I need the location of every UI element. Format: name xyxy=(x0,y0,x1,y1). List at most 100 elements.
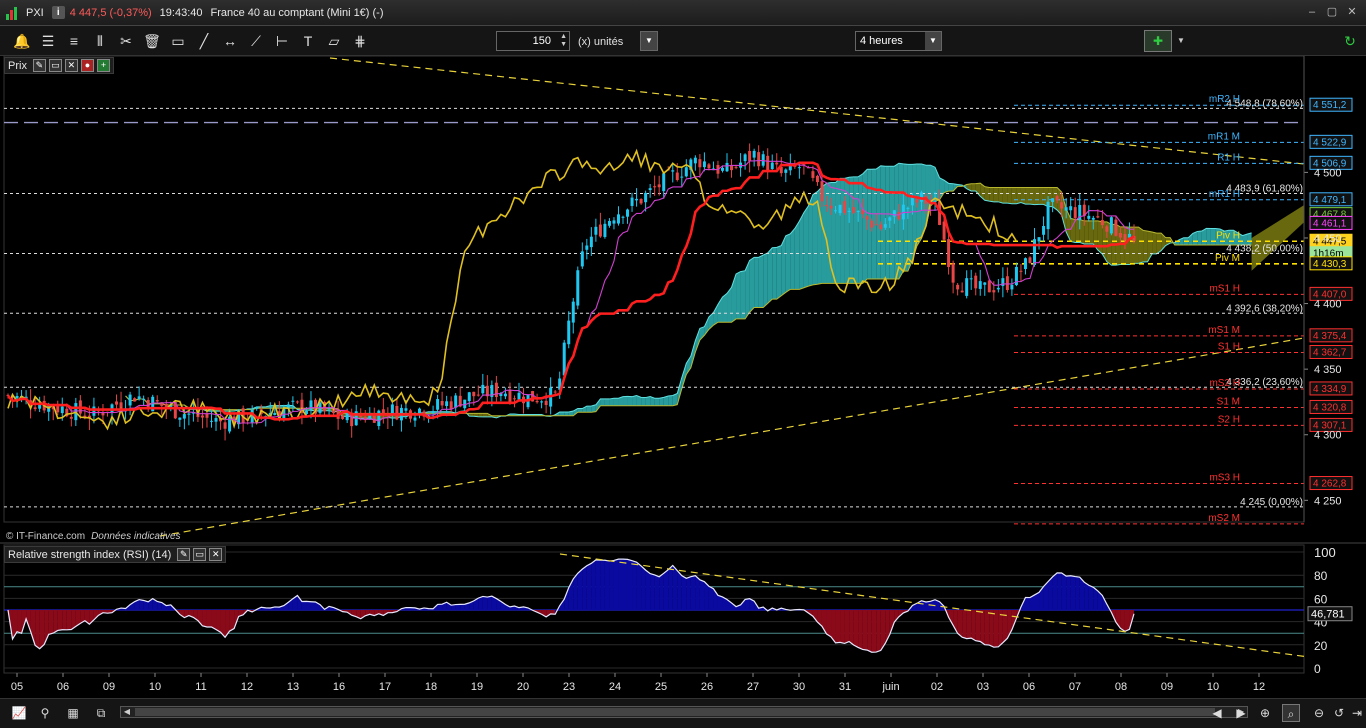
zoom-in-icon[interactable]: ⊕ xyxy=(1256,704,1274,722)
candle-down xyxy=(1055,196,1059,201)
price-badge: 4 551,2 xyxy=(1309,97,1353,112)
time-tick-label: 08 xyxy=(1115,681,1127,693)
cloud-bull-segment xyxy=(849,176,854,284)
record-icon[interactable]: ● xyxy=(80,59,94,72)
scroll-left-icon[interactable]: ◀ xyxy=(1208,704,1226,722)
cloud-bull-segment xyxy=(641,397,646,406)
rsi-fill-above xyxy=(1088,585,1094,610)
candle-up xyxy=(436,399,440,410)
cloud-bull-segment xyxy=(654,398,660,406)
pivot-level-label: mR2 H xyxy=(1209,94,1240,105)
chart-area[interactable]: 4 548,8 (78,60%)4 483,9 (61,80%)4 438,2 … xyxy=(0,0,1366,698)
cloud-bull-segment xyxy=(894,163,899,279)
scroll-thumb[interactable] xyxy=(135,708,1215,716)
horizontal-scrollbar[interactable]: ◀ ▶ xyxy=(120,706,1248,718)
fib-level-label: 4 245 (0,00%) xyxy=(1240,497,1303,508)
rsi-fill-above xyxy=(627,559,633,610)
rsi-fill-below xyxy=(844,610,850,644)
reset-icon[interactable]: ↺ xyxy=(1330,704,1348,722)
add-icon[interactable]: + xyxy=(96,59,110,72)
candle-up xyxy=(607,220,611,226)
cloud-bear-segment xyxy=(482,413,488,417)
candle-down xyxy=(33,407,37,410)
scroll-left-icon[interactable]: ◀ xyxy=(121,706,133,718)
cloud-bull-segment xyxy=(889,166,895,279)
candle-up xyxy=(906,207,910,209)
candle-down xyxy=(1100,219,1104,226)
wrench-icon[interactable]: ✎ xyxy=(32,59,46,72)
candle-down xyxy=(829,205,833,209)
cloud-bull-segment xyxy=(722,293,728,323)
rsi-fill-above xyxy=(1070,575,1076,610)
close-icon[interactable]: ✕ xyxy=(64,59,78,72)
price-tick-label: 4 450 xyxy=(1314,233,1342,245)
candle-up xyxy=(616,214,620,224)
rsi-fill-above xyxy=(1084,582,1089,610)
candle-up xyxy=(467,392,471,402)
rsi-fill-below xyxy=(229,610,235,632)
rsi-fill-below xyxy=(826,610,832,637)
rsi-fill-below xyxy=(849,610,854,645)
cloud-bull-segment xyxy=(609,398,614,406)
candle-up xyxy=(978,281,982,289)
rsi-fill-above xyxy=(618,559,624,610)
candle-up xyxy=(784,169,788,173)
rsi-fill-above xyxy=(677,570,682,610)
cloud-bear-segment xyxy=(1034,187,1040,205)
pivot-level-label: S1 M xyxy=(1217,396,1240,407)
candle-up xyxy=(965,278,969,296)
candle-up xyxy=(1023,258,1027,270)
candle-up xyxy=(585,245,589,250)
candle-down xyxy=(449,401,453,410)
rsi-fill-above xyxy=(641,565,646,610)
rsi-fill-below xyxy=(998,610,1003,647)
candle-up xyxy=(1046,201,1050,230)
rsi-fill-below xyxy=(975,610,981,642)
candle-up xyxy=(648,188,652,191)
candle-down xyxy=(734,166,738,168)
rsi-fill-above xyxy=(455,604,461,610)
zoom-search-icon[interactable]: ⌕ xyxy=(1282,704,1300,722)
candle-up xyxy=(644,192,648,203)
compare-icon[interactable]: ⧉ xyxy=(92,704,110,722)
price-tick-label: 4 300 xyxy=(1314,430,1342,442)
chart-type-icon[interactable]: 📈 xyxy=(10,704,28,722)
candle-up xyxy=(142,398,146,400)
rsi-fill-above xyxy=(659,573,664,610)
rsi-fill-below xyxy=(1124,610,1130,632)
zoom-out-icon[interactable]: ⊖ xyxy=(1310,704,1328,722)
candle-down xyxy=(395,405,399,420)
candle-up xyxy=(612,220,616,224)
candle-up xyxy=(1010,284,1014,290)
candle-down xyxy=(947,239,951,268)
candle-up xyxy=(178,417,182,420)
cloud-bull-segment xyxy=(794,221,800,290)
candle-up xyxy=(580,251,584,267)
close-icon[interactable]: ✕ xyxy=(209,548,223,561)
candle-down xyxy=(815,175,819,183)
disclaimer-text: Données indicatives xyxy=(91,531,181,542)
candle-down xyxy=(341,415,345,419)
rsi-fill-above xyxy=(663,569,669,610)
candle-down xyxy=(56,406,60,413)
pan-right-icon[interactable]: ⇥ xyxy=(1348,704,1366,722)
wrench-icon[interactable]: ✎ xyxy=(177,548,191,561)
candle-down xyxy=(811,171,815,178)
time-tick-label: 26 xyxy=(701,681,713,693)
cloud-bear-segment xyxy=(1029,187,1035,205)
candle-up xyxy=(684,167,688,177)
pivot-level-label: mR1 M xyxy=(1208,131,1240,142)
cloud-bear-segment xyxy=(971,183,976,191)
template-icon[interactable]: ▦ xyxy=(64,704,82,722)
candle-up xyxy=(761,154,765,166)
window-icon[interactable]: ▭ xyxy=(193,548,207,561)
window-icon[interactable]: ▭ xyxy=(48,59,62,72)
cloud-bull-segment xyxy=(758,255,764,308)
rsi-panel-title: Relative strength index (RSI) (14) xyxy=(8,548,172,561)
price-badge: 4 334,9 xyxy=(1309,381,1353,396)
candle-down xyxy=(942,221,946,240)
scroll-right-icon[interactable]: ▶ xyxy=(1232,704,1250,722)
rsi-fill-above xyxy=(591,559,596,610)
indicator-icon[interactable]: ⚲ xyxy=(36,704,54,722)
rsi-fill-above xyxy=(1075,576,1080,610)
